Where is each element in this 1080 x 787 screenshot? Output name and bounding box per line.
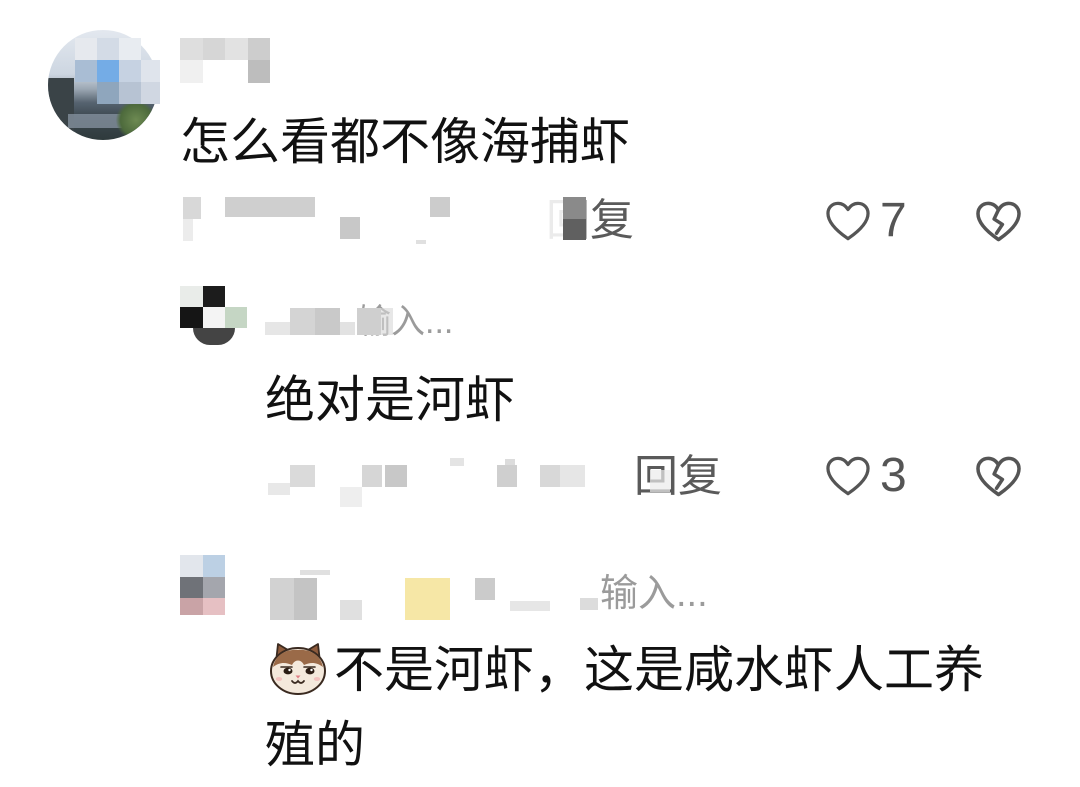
mosaic-block: [563, 197, 586, 219]
mosaic-block: [180, 555, 203, 577]
mosaic-block: [180, 577, 203, 598]
mosaic-block: [290, 308, 315, 335]
mosaic-block: [300, 570, 330, 575]
mosaic-block: [203, 307, 225, 328]
username-redacted[interactable]: 输入...: [265, 303, 465, 341]
mosaic-block: [141, 82, 160, 104]
mosaic-block: [340, 600, 362, 620]
broken-heart-icon: [976, 201, 1021, 242]
mosaic-block: [563, 219, 586, 240]
mosaic-block: [203, 577, 225, 598]
mosaic-block: [180, 307, 203, 328]
mosaic-block: [315, 308, 340, 335]
mosaic-block: [430, 197, 450, 217]
comment-text: 绝对是河虾: [265, 372, 515, 428]
comment-text: 不是河虾，这是咸水虾人工养殖的: [265, 642, 984, 773]
mosaic-block: [340, 487, 362, 507]
cat-face-emoji-icon: [270, 643, 326, 695]
mosaic-block: [475, 578, 495, 600]
mosaic-block: [385, 465, 407, 487]
mosaic-block: [225, 197, 315, 217]
mosaic-block: [294, 578, 317, 620]
mosaic-block: [540, 465, 560, 487]
mosaic-block: [381, 308, 393, 335]
mosaic-block: [225, 38, 248, 60]
mosaic-block: [340, 322, 355, 335]
mosaic-block: [340, 217, 360, 239]
mosaic-block: [357, 308, 381, 335]
comment-text: 怎么看都不像海捕虾: [180, 114, 630, 170]
heart-outline-icon: [826, 456, 870, 496]
mosaic-block: [75, 60, 97, 82]
reply-button[interactable]: 回复: [634, 452, 722, 502]
mosaic-block: [405, 578, 450, 620]
mosaic-block: [248, 38, 270, 60]
dislike-button[interactable]: [975, 200, 1022, 243]
mosaic-block: [141, 60, 160, 82]
username-redacted[interactable]: 输入...: [270, 568, 720, 622]
mosaic-block: [225, 307, 247, 328]
like-button[interactable]: 7: [825, 196, 907, 246]
like-count: 3: [880, 449, 907, 502]
mosaic-block: [510, 601, 550, 611]
mosaic-block: [97, 60, 119, 82]
comment-text-block: 不是河虾，这是咸水虾人工养殖的: [265, 633, 1005, 783]
mosaic-block: [180, 286, 203, 307]
mosaic-block: [203, 598, 225, 615]
broken-heart-icon: [976, 456, 1021, 497]
heart-outline-icon: [826, 201, 870, 241]
username-suffix: 输入...: [600, 573, 708, 615]
mosaic-block: [119, 82, 141, 104]
mosaic-block: [97, 82, 119, 104]
avatar-image-detail: [116, 100, 156, 140]
mosaic-block: [268, 483, 290, 495]
mosaic-block: [290, 465, 315, 487]
mosaic-block: [270, 578, 294, 620]
mosaic-block: [362, 465, 382, 487]
avatar[interactable]: [180, 555, 225, 615]
mosaic-block: [650, 470, 670, 492]
mosaic-block: [580, 598, 598, 610]
like-count: 7: [880, 194, 907, 247]
avatar-image-detail: [48, 78, 74, 140]
mosaic-block: [546, 197, 563, 241]
mosaic-block: [183, 197, 201, 219]
dislike-button[interactable]: [975, 455, 1022, 498]
mosaic-block: [180, 38, 203, 60]
mosaic-block: [119, 60, 141, 82]
mosaic-block: [180, 60, 203, 83]
mosaic-block: [416, 240, 426, 244]
like-button[interactable]: 3: [825, 451, 907, 501]
mosaic-block: [203, 38, 225, 60]
avatar-image-detail: [193, 328, 235, 345]
username-redacted[interactable]: [180, 38, 270, 83]
mosaic-block: [183, 219, 193, 241]
mosaic-block: [560, 465, 585, 487]
mosaic-block: [180, 598, 203, 615]
mosaic-block: [97, 38, 119, 60]
mosaic-block: [75, 38, 97, 60]
mosaic-block: [265, 322, 290, 335]
mosaic-block: [203, 286, 225, 307]
mosaic-block: [497, 465, 517, 487]
mosaic-block: [203, 555, 225, 577]
mosaic-block: [450, 458, 464, 466]
mosaic-block: [248, 60, 270, 83]
mosaic-block: [505, 459, 515, 465]
mosaic-block: [119, 38, 141, 60]
avatar[interactable]: [180, 285, 248, 347]
